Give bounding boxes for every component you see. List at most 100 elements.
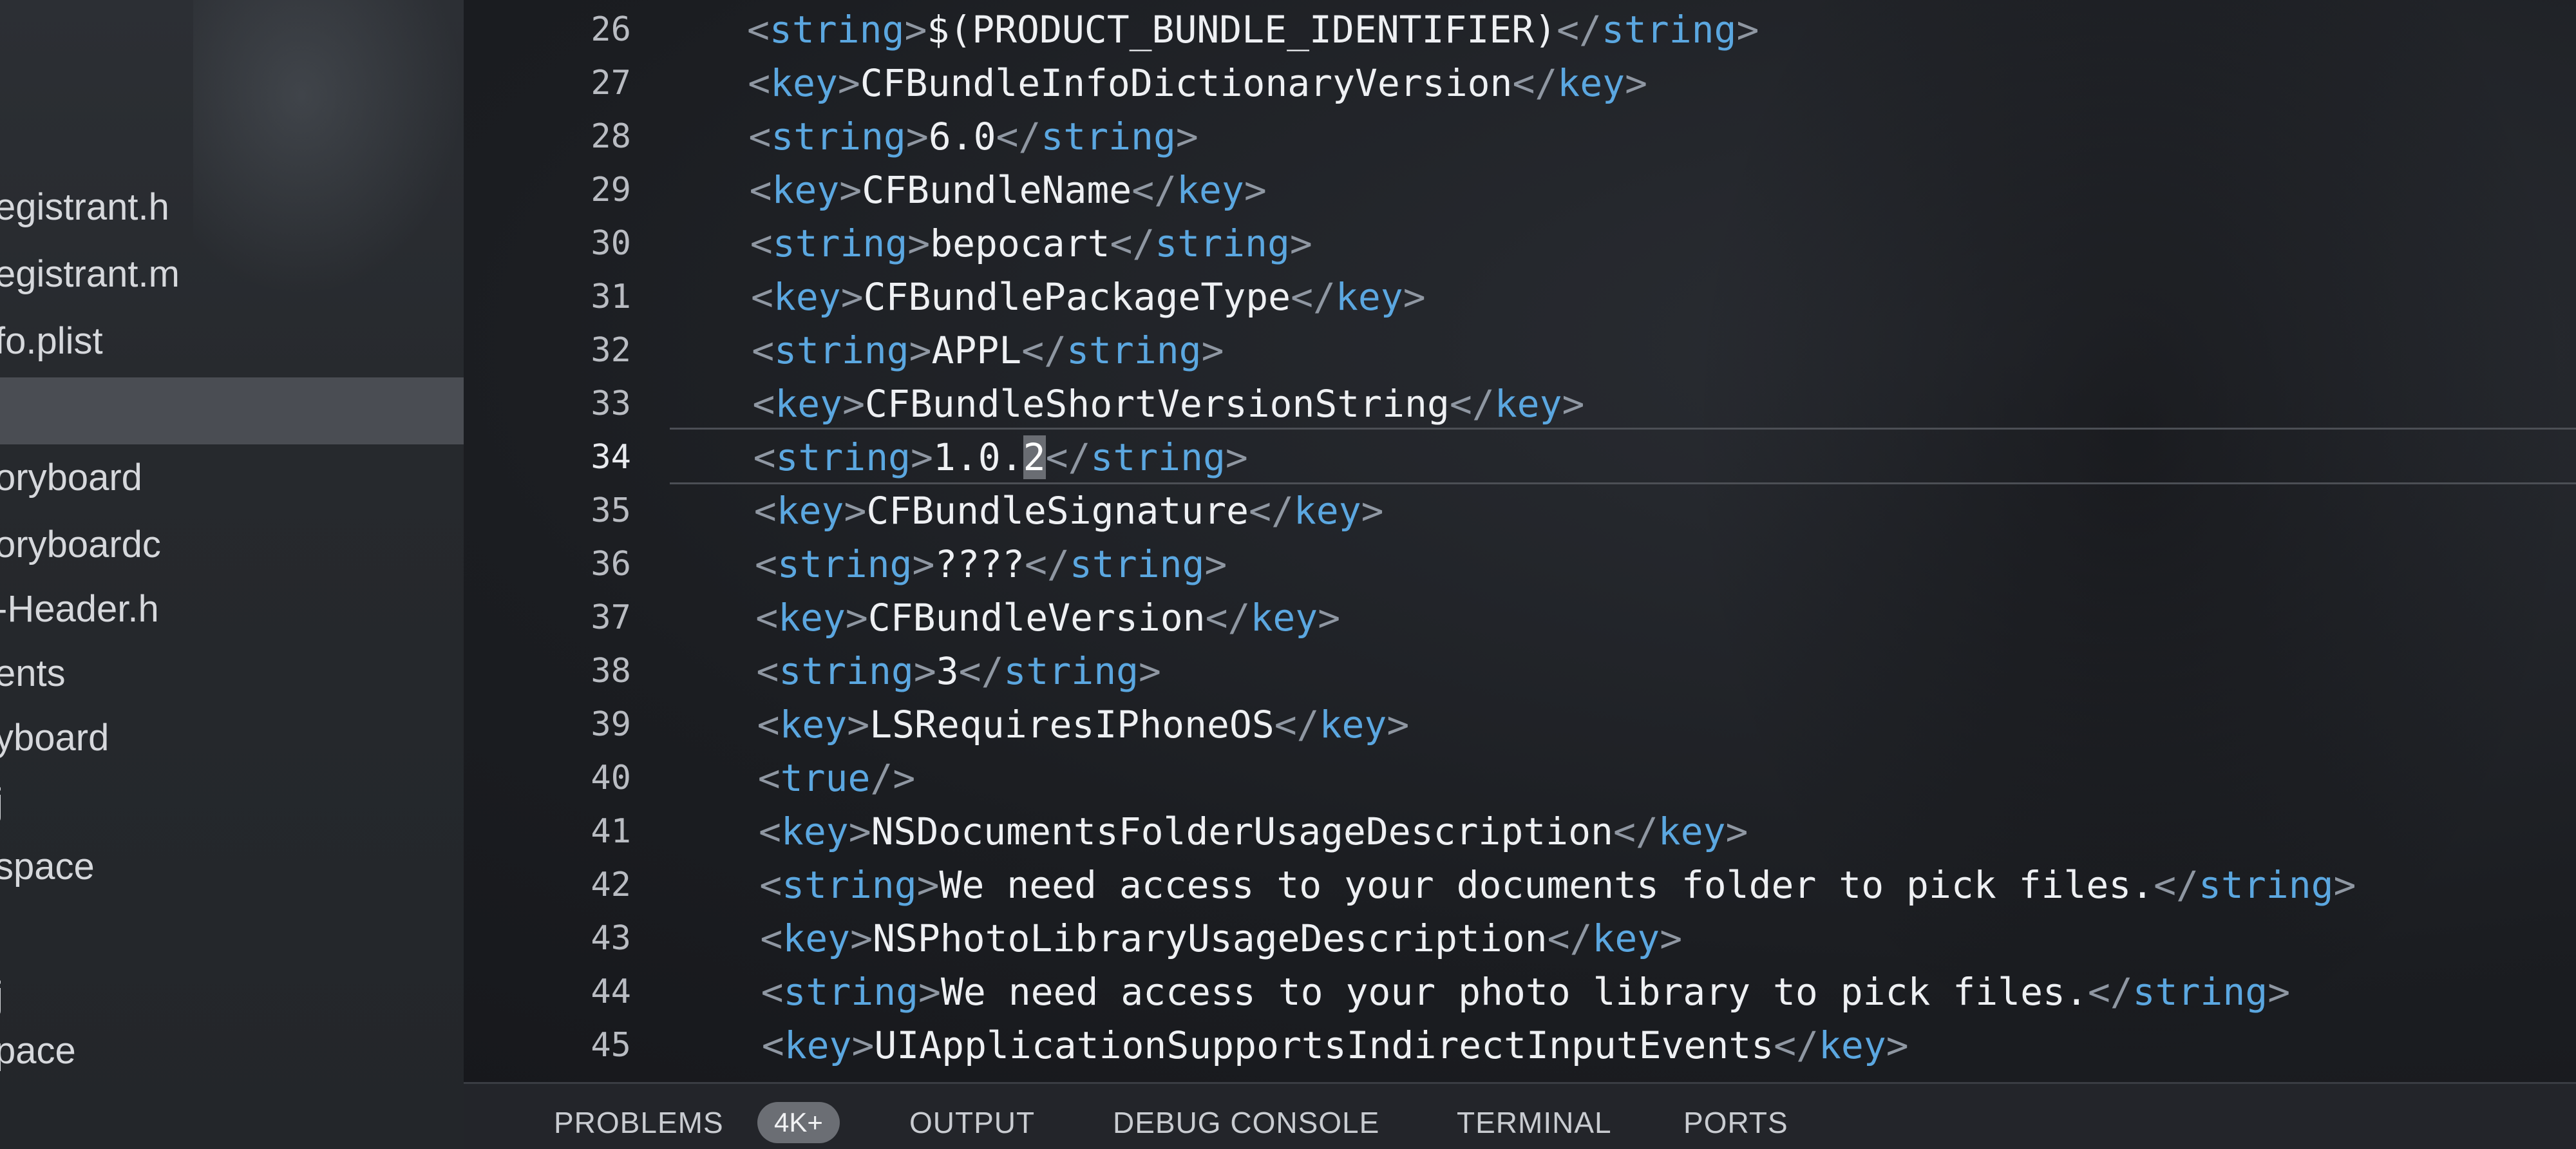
xml-bracket: /> bbox=[870, 756, 916, 800]
xml-bracket: > bbox=[1361, 489, 1384, 533]
xml-tag-name: key bbox=[1177, 168, 1244, 212]
explorer-item[interactable] bbox=[0, 906, 464, 957]
code-content: <key>UIApplicationSupportsIndirectInputE… bbox=[762, 1020, 1909, 1071]
explorer-item[interactable]: ents bbox=[0, 648, 464, 699]
xml-bracket: > bbox=[1625, 61, 1647, 105]
xml-text-value: NSPhotoLibraryUsageDescription bbox=[873, 916, 1548, 960]
xml-bracket: > bbox=[909, 328, 932, 372]
line-number: 31 bbox=[591, 278, 631, 316]
tab-output[interactable]: OUTPUT bbox=[909, 1103, 1035, 1142]
code-content: <string>We need access to your photo lib… bbox=[761, 966, 2291, 1018]
explorer-item-label: -Header.h bbox=[0, 588, 159, 630]
code-line[interactable]: 33 <key>CFBundleShortVersionString</key> bbox=[464, 378, 2576, 430]
xml-tag-name: string bbox=[772, 222, 908, 265]
xml-tag-name: key bbox=[773, 275, 841, 319]
code-line[interactable]: 39 <key>LSRequiresIPhoneOS</key> bbox=[464, 699, 2576, 750]
xml-text-value: ???? bbox=[934, 542, 1025, 586]
bottom-panel: PROBLEMS 4K+ OUTPUT DEBUG CONSOLE TERMIN… bbox=[464, 1082, 2576, 1149]
code-line[interactable]: 26 <string>$(PRODUCT_BUNDLE_IDENTIFIER)</… bbox=[464, 4, 2576, 55]
xml-bracket: </ bbox=[2154, 863, 2199, 907]
code-line[interactable]: 44 <string>We need access to your photo l… bbox=[464, 966, 2576, 1018]
code-line-current[interactable]: 34 <string>1.0.2</string> bbox=[464, 428, 2576, 484]
xml-bracket: < bbox=[761, 1023, 784, 1067]
explorer-item-label: egistrant.m bbox=[0, 253, 180, 295]
explorer-item-selected[interactable] bbox=[0, 377, 464, 444]
code-line[interactable]: 36 <string>????</string> bbox=[464, 538, 2576, 590]
xml-tag-name: key bbox=[1592, 916, 1660, 960]
xml-text-value: CFBundleVersion bbox=[867, 596, 1206, 640]
explorer-item-label: yboard bbox=[0, 717, 109, 759]
code-line[interactable]: 27 <key>CFBundleInfoDictionaryVersion</ke… bbox=[464, 57, 2576, 109]
xml-bracket: </ bbox=[1045, 435, 1091, 479]
xml-text-value: LSRequiresIPhoneOS bbox=[869, 703, 1274, 746]
xml-bracket: </ bbox=[1774, 1023, 1819, 1067]
xml-bracket: < bbox=[751, 275, 773, 319]
xml-bracket: > bbox=[1387, 703, 1410, 746]
xml-tag-name: key bbox=[770, 61, 838, 105]
code-content: <string>6.0</string> bbox=[748, 111, 1198, 162]
xml-tag-name: key bbox=[1250, 596, 1318, 640]
xml-bracket: > bbox=[918, 970, 941, 1014]
code-line[interactable]: 28 <string>6.0</string> bbox=[464, 111, 2576, 162]
xml-bracket: </ bbox=[1613, 810, 1658, 853]
explorer-item[interactable]: oryboardc bbox=[0, 519, 464, 571]
xml-bracket: > bbox=[1660, 916, 1683, 960]
explorer-item[interactable]: pace bbox=[0, 1025, 464, 1077]
xml-bracket: > bbox=[916, 863, 940, 907]
explorer-item[interactable]: oryboard bbox=[0, 452, 464, 504]
code-line[interactable]: 35 <key>CFBundleSignature</key> bbox=[464, 485, 2576, 537]
xml-bracket: > bbox=[847, 703, 870, 746]
code-content: <key>CFBundleName</key> bbox=[750, 164, 1267, 216]
line-number: 43 bbox=[591, 919, 631, 958]
xml-tag-name: key bbox=[776, 489, 844, 533]
code-line[interactable]: 37 <key>CFBundleVersion</key> bbox=[464, 592, 2576, 643]
code-editor[interactable]: 26 <string>$(PRODUCT_BUNDLE_IDENTIFIER)</… bbox=[464, 0, 2576, 1082]
code-line[interactable]: 45 <key>UIApplicationSupportsIndirectInpu… bbox=[464, 1020, 2576, 1071]
problems-count-badge: 4K+ bbox=[757, 1102, 840, 1143]
tab-ports[interactable]: PORTS bbox=[1683, 1103, 1788, 1142]
xml-text-value: CFBundleName bbox=[862, 168, 1132, 212]
xml-bracket: < bbox=[753, 435, 776, 479]
xml-text-value: CFBundlePackageType bbox=[863, 275, 1291, 319]
code-line[interactable]: 40 <true/> bbox=[464, 752, 2576, 804]
code-line[interactable]: 43 <key>NSPhotoLibraryUsageDescription</k… bbox=[464, 913, 2576, 964]
xml-text-value: 3 bbox=[936, 649, 959, 693]
tab-debug-console[interactable]: DEBUG CONSOLE bbox=[1113, 1103, 1379, 1142]
xml-bracket: > bbox=[1318, 596, 1341, 640]
xml-bracket: > bbox=[1201, 328, 1224, 372]
code-line[interactable]: 30 <string>bepocart</string> bbox=[464, 218, 2576, 269]
tab-terminal[interactable]: TERMINAL bbox=[1457, 1103, 1612, 1142]
explorer-item[interactable]: yboard bbox=[0, 712, 464, 764]
xml-bracket: </ bbox=[1512, 61, 1558, 105]
explorer-item[interactable]: egistrant.m bbox=[0, 249, 464, 300]
xml-tag-name: string bbox=[2132, 970, 2268, 1014]
code-content: <true/> bbox=[758, 752, 915, 804]
xml-bracket: > bbox=[839, 168, 862, 212]
explorer-item[interactable]: j bbox=[0, 970, 464, 1021]
code-content: <key>CFBundleSignature</key> bbox=[754, 485, 1384, 537]
code-line[interactable]: 42 <string>We need access to your documen… bbox=[464, 859, 2576, 911]
xml-text-value: CFBundleInfoDictionaryVersion bbox=[860, 61, 1513, 105]
xml-bracket: </ bbox=[958, 649, 1004, 693]
explorer-item[interactable]: egistrant.h bbox=[0, 182, 464, 233]
tab-problems[interactable]: PROBLEMS bbox=[554, 1103, 724, 1142]
explorer-item[interactable]: fo.plist bbox=[0, 316, 464, 367]
xml-bracket: > bbox=[840, 275, 864, 319]
code-content: <string>3</string> bbox=[756, 645, 1161, 697]
xml-tag-name: key bbox=[1319, 703, 1387, 746]
explorer-item[interactable]: j bbox=[0, 777, 464, 828]
code-line[interactable]: 31 <key>CFBundlePackageType</key> bbox=[464, 271, 2576, 323]
code-content: <key>NSPhotoLibraryUsageDescription</key… bbox=[760, 913, 1682, 964]
explorer-item[interactable]: -Header.h bbox=[0, 584, 464, 635]
explorer-item[interactable]: space bbox=[0, 841, 464, 893]
xml-tag-name: string bbox=[1090, 435, 1226, 479]
code-line[interactable]: 32 <string>APPL</string> bbox=[464, 325, 2576, 376]
line-number: 33 bbox=[591, 385, 631, 423]
code-line[interactable]: 38 <string>3</string> bbox=[464, 645, 2576, 697]
xml-bracket: > bbox=[905, 115, 929, 158]
code-content: <key>CFBundleInfoDictionaryVersion</key> bbox=[748, 57, 1647, 109]
code-content: <key>CFBundleShortVersionString</key> bbox=[752, 378, 1584, 430]
code-line[interactable]: 29 <key>CFBundleName</key> bbox=[464, 164, 2576, 216]
code-line[interactable]: 41 <key>NSDocumentsFolderUsageDescription… bbox=[464, 806, 2576, 857]
xml-bracket: </ bbox=[1249, 489, 1294, 533]
